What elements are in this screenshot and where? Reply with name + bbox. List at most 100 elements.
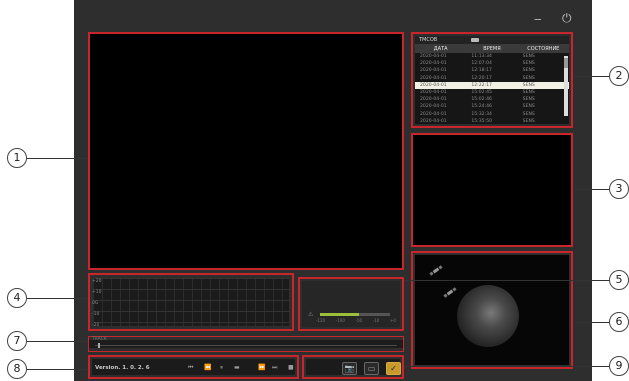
status-cell: SENS	[522, 54, 535, 60]
save-button[interactable]: ▭	[364, 362, 379, 375]
time-cell: 12:18:17	[471, 68, 492, 74]
table-row[interactable]: 2020-04-01 12:22:17 SENS	[415, 81, 569, 89]
minimize-icon[interactable]: ‒	[534, 12, 542, 26]
table-tab-label[interactable]: ТМСОВ	[419, 37, 437, 43]
time-cell: 12:20:17	[471, 75, 492, 81]
speed-icon[interactable]: ▬	[234, 364, 240, 371]
status-cell: SENS	[522, 90, 535, 96]
level-ticks: -120 -100 -50 -10 +0	[316, 318, 396, 323]
playback-controls-panel: Version. 1. 0. 2. 6 ⏮ ⏪ ⏸ ▬ ⏩ ⏭ ■	[88, 355, 299, 379]
callout-5: 5	[609, 270, 629, 290]
status-cell: SENS	[522, 82, 535, 88]
date-cell: 2020-04-01	[420, 97, 447, 103]
table-row[interactable]: 2020-04-01 12:20:17 SENS	[415, 75, 569, 82]
power-icon[interactable]: ⏻	[562, 11, 572, 26]
level-bar	[320, 313, 390, 316]
callout-leader	[574, 322, 611, 323]
secondary-video-view[interactable]	[411, 133, 573, 247]
version-label: Version. 1. 0. 2. 6	[95, 365, 150, 371]
callout-leader	[574, 76, 611, 77]
signal-meter-panel: ⚠ -120 -100 -50 -10 +0	[298, 277, 404, 331]
column-header-time[interactable]: ВРЕМЯ	[466, 46, 517, 52]
callout-6: 6	[609, 312, 629, 332]
callout-9: 9	[609, 356, 629, 376]
column-header-date[interactable]: ДАТА	[415, 46, 466, 52]
table-header: ДАТА ВРЕМЯ СОСТОЯНИЕ	[415, 44, 569, 53]
time-cell: 15:02:46	[471, 97, 492, 103]
camera-button[interactable]: 📷	[342, 362, 357, 375]
callout-leader	[574, 189, 611, 190]
graph-y-label: 0G	[92, 301, 99, 306]
callout-leader	[27, 158, 88, 159]
forward-icon[interactable]: ⏩	[258, 364, 265, 371]
track-slider-panel: TRACK	[88, 336, 404, 352]
table-row[interactable]: 2020-04-01 15:35:50 SENS	[415, 118, 569, 124]
time-cell: 15:35:50	[471, 118, 492, 124]
table-row[interactable]: 2020-04-01 15:32:34 SENS	[415, 111, 569, 118]
table-row[interactable]: 2020-04-01 12:07:04 SENS	[415, 60, 569, 67]
status-cell: SENS	[522, 75, 535, 81]
graph-y-label: -20	[92, 323, 100, 328]
status-cell: SENS	[522, 97, 535, 103]
level-tick: -50	[355, 318, 363, 323]
time-cell: 11:13:34	[471, 54, 492, 60]
sensor-graph-panel: +20 +10 0G -10 -20	[88, 273, 294, 331]
action-buttons-panel: 📷 ▭ ✓	[302, 355, 404, 379]
skip-back-icon[interactable]: ⏮	[188, 364, 193, 372]
graph-y-label: +10	[92, 290, 102, 295]
satellite-view-panel	[411, 251, 573, 369]
status-cell: SENS	[522, 61, 535, 67]
satellite-icon	[446, 289, 454, 296]
date-cell: 2020-04-01	[420, 75, 447, 81]
track-knob[interactable]	[97, 343, 100, 348]
stop-icon[interactable]: ■	[288, 364, 294, 371]
table-scrollbar[interactable]	[564, 56, 568, 116]
date-cell: 2020-04-01	[420, 82, 447, 88]
app-window: ‒ ⏻ ТМСОВ ДАТА ВРЕМЯ СОСТОЯНИЕ 2020-04-0…	[74, 0, 592, 381]
table-row[interactable]: 2020-04-01 12:18:17 SENS	[415, 67, 569, 74]
export-button[interactable]: ✓	[386, 362, 401, 375]
callout-4: 4	[7, 288, 27, 308]
level-tick: -100	[335, 318, 345, 323]
column-header-status[interactable]: СОСТОЯНИЕ	[518, 46, 569, 52]
callout-leader	[404, 366, 611, 367]
warning-icon: ⚠	[308, 311, 314, 318]
table-row[interactable]: 2020-04-01 11:13:34 SENS	[415, 53, 569, 60]
level-tick: +0	[390, 318, 396, 323]
status-cell: SENS	[522, 104, 535, 110]
callout-leader	[27, 369, 88, 370]
time-cell: 15:24:46	[471, 104, 492, 110]
scrollbar-thumb[interactable]	[564, 58, 568, 68]
table-row[interactable]: 2020-04-01 15:02:46 SENS	[415, 96, 569, 103]
status-cell: SENS	[522, 68, 535, 74]
date-cell: 2020-04-01	[420, 104, 447, 110]
callout-leader	[404, 280, 611, 281]
table-row[interactable]: 2020-04-01 15:24:46 SENS	[415, 103, 569, 110]
track-label: TRACK	[92, 337, 107, 342]
time-cell: 15:32:34	[471, 111, 492, 117]
rewind-icon[interactable]: ⏪	[204, 364, 211, 371]
date-cell: 2020-04-01	[420, 61, 447, 67]
main-video-view[interactable]	[88, 32, 404, 270]
time-cell: 12:07:04	[471, 61, 492, 67]
action-buttons: 📷 ▭ ✓	[306, 359, 401, 375]
event-table: ТМСОВ ДАТА ВРЕМЯ СОСТОЯНИЕ 2020-04-01 11:…	[415, 36, 569, 124]
time-cell: 12:22:17	[471, 82, 492, 88]
track-slider[interactable]: TRACK	[89, 337, 403, 348]
table-row[interactable]: 2020-04-01 15:02:45 SENS	[415, 89, 569, 96]
level-bar-fill	[320, 313, 359, 316]
status-cell: SENS	[522, 111, 535, 117]
callout-1: 1	[7, 148, 27, 168]
satellite-map[interactable]	[415, 255, 569, 365]
level-tick: -120	[316, 318, 326, 323]
date-cell: 2020-04-01	[420, 118, 447, 124]
toggle-switch[interactable]	[471, 38, 480, 42]
sensor-graph	[93, 278, 289, 326]
pause-icon[interactable]: ⏸	[220, 364, 223, 372]
callout-leader	[27, 341, 88, 342]
status-cell: SENS	[522, 118, 535, 124]
event-list-panel: ТМСОВ ДАТА ВРЕМЯ СОСТОЯНИЕ 2020-04-01 11:…	[411, 32, 573, 128]
date-cell: 2020-04-01	[420, 90, 447, 96]
callout-7: 7	[7, 331, 27, 351]
skip-forward-icon[interactable]: ⏭	[272, 364, 277, 372]
